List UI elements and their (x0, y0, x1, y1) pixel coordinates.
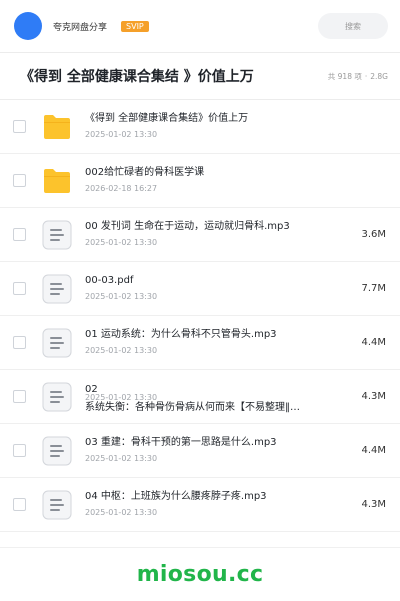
row-checkbox[interactable] (13, 390, 26, 403)
file-name[interactable]: 002给忙碌者的骨科医学课 (85, 166, 352, 180)
row-checkbox[interactable] (13, 498, 26, 511)
file-row[interactable]: 00 发刊词 生命在于运动，运动就归骨科.mp3 2025-01-02 13:3… (0, 208, 400, 262)
file-texts: 03 重建：骨科干预的第一思路是什么.mp3 2025-01-02 13:30 (85, 433, 352, 469)
file-row[interactable]: 2025-01-02 13:30 02 系统失衡：各种骨伤骨病从何而来【不易整理… (0, 370, 400, 424)
search-placeholder: 搜索 (345, 21, 361, 31)
file-row[interactable]: 00-03.pdf 2025-01-02 13:30 7.7M (0, 262, 400, 316)
file-texts: 00-03.pdf 2025-01-02 13:30 (85, 271, 352, 307)
file-texts: 2025-01-02 13:30 02 系统失衡：各种骨伤骨病从何而来【不易整理… (85, 379, 352, 415)
file-date: 2025-01-02 13:30 (85, 237, 158, 247)
page-title: 《得到 全部健康课合集结 》价值上万 (20, 69, 254, 85)
file-size: 3.6M (361, 229, 386, 240)
row-checkbox[interactable] (13, 228, 26, 241)
row-checkbox[interactable] (13, 120, 26, 133)
file-name[interactable]: 01 运动系统：为什么骨科不只管骨头.mp3 (85, 328, 352, 342)
file-date: 2026-02-18 16:27 (85, 183, 158, 193)
folder-icon (41, 111, 73, 143)
file-date: 2025-01-02 13:30 (85, 129, 158, 139)
file-name-line2: 系统失衡：各种骨伤骨病从何而来【不易整理‖… (85, 401, 300, 413)
avatar[interactable] (14, 12, 42, 40)
meta-separator: · (364, 71, 368, 81)
item-count: 共 918 项 (327, 71, 362, 81)
file-texts: 04 中枢：上班族为什么腰疼脖子疼.mp3 2025-01-02 13:30 (85, 487, 352, 523)
file-size: 7.7M (361, 283, 386, 294)
folder-icon (41, 165, 73, 197)
file-date: 2025-01-02 13:30 (85, 507, 158, 517)
file-name[interactable]: 03 重建：骨科干预的第一思路是什么.mp3 (85, 436, 352, 450)
file-size: 4.3M (361, 499, 386, 510)
document-icon (41, 327, 73, 359)
watermark: miosou.cc (136, 562, 264, 587)
search-input[interactable]: 搜索 (318, 13, 388, 39)
file-date: 2025-01-02 13:30 (85, 345, 158, 355)
share-meta: 共 918 项 · 2.8G (328, 71, 388, 82)
file-texts: 01 运动系统：为什么骨科不只管骨头.mp3 2025-01-02 13:30 (85, 325, 352, 361)
site-name: 夸克网盘分享 (53, 22, 108, 33)
file-date: 2025-01-02 13:30 (85, 291, 158, 301)
document-icon (41, 489, 73, 521)
file-texts: 《得到 全部健康课合集结》价值上万 2025-01-02 13:30 (85, 109, 352, 145)
file-date: 2025-01-02 13:30 (85, 453, 158, 463)
file-name[interactable]: 《得到 全部健康课合集结》价值上万 (85, 112, 352, 126)
document-icon (41, 381, 73, 413)
header: 夸克网盘分享 SVIP 搜索 (0, 0, 400, 52)
file-list: 《得到 全部健康课合集结》价值上万 2025-01-02 13:30 002给忙… (0, 100, 400, 532)
footer: miosou.cc (0, 547, 400, 601)
file-row[interactable]: 01 运动系统：为什么骨科不只管骨头.mp3 2025-01-02 13:30 … (0, 316, 400, 370)
row-checkbox[interactable] (13, 336, 26, 349)
file-row[interactable]: 《得到 全部健康课合集结》价值上万 2025-01-02 13:30 (0, 100, 400, 154)
file-name[interactable]: 04 中枢：上班族为什么腰疼脖子疼.mp3 (85, 490, 352, 504)
row-checkbox[interactable] (13, 174, 26, 187)
title-bar: 《得到 全部健康课合集结 》价值上万 共 918 项 · 2.8G (0, 53, 400, 99)
file-texts: 00 发刊词 生命在于运动，运动就归骨科.mp3 2025-01-02 13:3… (85, 217, 352, 253)
row-checkbox[interactable] (13, 444, 26, 457)
vip-badge: SVIP (121, 20, 149, 32)
file-size: 4.4M (361, 337, 386, 348)
row-checkbox[interactable] (13, 282, 26, 295)
file-texts: 002给忙碌者的骨科医学课 2026-02-18 16:27 (85, 163, 352, 199)
file-name[interactable]: 00-03.pdf (85, 274, 352, 288)
file-size: 4.4M (361, 445, 386, 456)
file-name-line1: 02 (85, 383, 98, 395)
total-size: 2.8G (370, 71, 388, 81)
file-name[interactable]: 00 发刊词 生命在于运动，运动就归骨科.mp3 (85, 220, 352, 234)
file-row[interactable]: 04 中枢：上班族为什么腰疼脖子疼.mp3 2025-01-02 13:30 4… (0, 478, 400, 532)
file-size: 4.3M (361, 391, 386, 402)
file-row[interactable]: 03 重建：骨科干预的第一思路是什么.mp3 2025-01-02 13:30 … (0, 424, 400, 478)
file-row[interactable]: 002给忙碌者的骨科医学课 2026-02-18 16:27 (0, 154, 400, 208)
document-icon (41, 435, 73, 467)
document-icon (41, 273, 73, 305)
document-icon (41, 219, 73, 251)
file-name[interactable]: 02 系统失衡：各种骨伤骨病从何而来【不易整理‖… (85, 381, 352, 417)
